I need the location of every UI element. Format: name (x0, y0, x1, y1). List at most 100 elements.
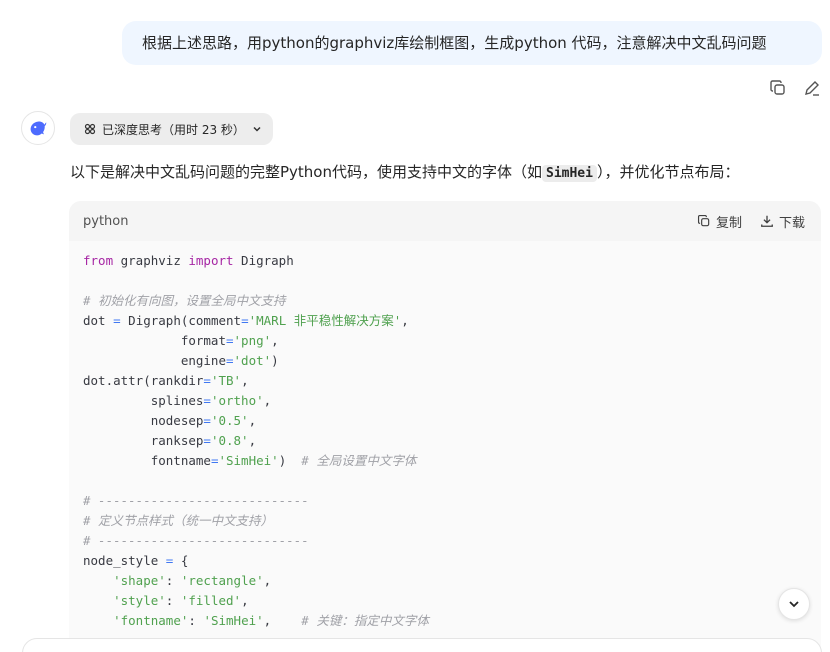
code-line: dot.attr(rankdir='TB', (83, 371, 807, 391)
code-line: nodesep='0.5', (83, 411, 807, 431)
code-token: # 定义节点样式（统一中文支持） (83, 513, 274, 528)
code-line: from graphviz import Digraph (83, 251, 807, 271)
code-token: = (226, 333, 234, 348)
code-token: { (173, 553, 189, 568)
download-code-button[interactable]: 下载 (760, 212, 805, 231)
code-token: # ---------------------------- (83, 493, 309, 508)
code-token: '0.8' (210, 433, 249, 448)
code-token: 'MARL 非平稳性解决方案' (248, 313, 402, 328)
chevron-down-icon (789, 601, 799, 608)
code-line: splines='ortho', (83, 391, 807, 411)
code-token: 'filled' (180, 593, 242, 608)
thinking-icon (84, 123, 96, 135)
code-line: ranksep='0.8', (83, 431, 807, 451)
code-token: import (188, 253, 234, 268)
code-token: dot.attr(rankdir (83, 373, 204, 388)
code-token: , (401, 313, 409, 328)
intro-text-before: 以下是解决中文乱码问题的完整Python代码，使用支持中文的字体（如 (70, 163, 542, 181)
code-block: python 复制 下载 from graphviz import Digrap… (69, 201, 821, 652)
code-token: , (271, 333, 279, 348)
code-line: 'style': 'filled', (83, 591, 807, 611)
code-token: Digraph (233, 253, 294, 268)
code-token: # 初始化有向图，设置全局中文支持 (83, 293, 286, 308)
code-token: 'TB' (210, 373, 242, 388)
code-token: , (263, 613, 302, 628)
code-content: from graphviz import Digraph # 初始化有向图，设置全… (69, 241, 821, 631)
code-line: # ---------------------------- (83, 491, 807, 511)
code-token: 'png' (233, 333, 272, 348)
code-token: engine (83, 353, 226, 368)
code-token: format (83, 333, 226, 348)
copy-icon (697, 214, 710, 227)
code-token: , (241, 593, 249, 608)
code-line: # ---------------------------- (83, 531, 807, 551)
code-token: 'shape' (113, 573, 166, 588)
code-token: 'style' (113, 593, 166, 608)
code-token: # 全局设置中文字体 (301, 453, 417, 468)
code-line: 'fontname': 'SimHei', # 关键：指定中文字体 (83, 611, 807, 631)
code-line: format='png', (83, 331, 807, 351)
download-icon (761, 215, 773, 227)
code-token: 'ortho' (210, 393, 264, 408)
code-token: from (83, 253, 114, 268)
thinking-label: 已深度思考（用时 23 秒） (102, 122, 245, 137)
copy-icon[interactable] (768, 78, 788, 98)
code-token: # ---------------------------- (83, 533, 309, 548)
code-block-header: python 复制 下载 (69, 201, 821, 241)
code-token: , (263, 573, 272, 588)
download-code-label: 下载 (778, 215, 805, 231)
code-language-label: python (83, 213, 129, 229)
code-token: : (165, 573, 181, 588)
code-line: dot = Digraph(comment='MARL 非平稳性解决方案', (83, 311, 807, 331)
code-token: 'dot' (233, 353, 272, 368)
code-token: splines (83, 393, 204, 408)
code-token: = (113, 313, 121, 328)
code-token: = (203, 413, 211, 428)
code-line: node_style = { (83, 551, 807, 571)
chat-input-box[interactable] (22, 638, 822, 652)
code-token: , (241, 373, 249, 388)
code-token: ranksep (83, 433, 204, 448)
intro-text-after: ），并优化节点布局： (596, 163, 740, 181)
code-token: = (241, 313, 249, 328)
edit-icon[interactable] (802, 78, 822, 98)
code-token: ) (271, 353, 279, 368)
code-token: , (263, 393, 272, 408)
code-line: 'shape': 'rectangle', (83, 571, 807, 591)
code-token: = (203, 373, 211, 388)
code-line: fontname='SimHei') # 全局设置中文字体 (83, 451, 807, 471)
code-token: nodesep (83, 413, 204, 428)
code-token: = (203, 433, 211, 448)
code-line: # 初始化有向图，设置全局中文支持 (83, 291, 807, 311)
code-line: engine='dot') (83, 351, 807, 371)
scroll-to-bottom-button[interactable] (778, 588, 810, 620)
code-line: # 定义节点样式（统一中文支持） (83, 511, 807, 531)
copy-code-button[interactable]: 复制 (697, 212, 742, 231)
copy-code-label: 复制 (715, 215, 742, 231)
answer-intro: 以下是解决中文乱码问题的完整Python代码，使用支持中文的字体（如 SimHei… (70, 160, 739, 186)
code-token: ) (278, 453, 302, 468)
code-token: : (188, 613, 204, 628)
chevron-down-icon (253, 126, 261, 132)
message-actions (768, 78, 822, 98)
thinking-toggle[interactable]: 已深度思考（用时 23 秒） (70, 113, 273, 145)
code-token: dot (83, 313, 114, 328)
assistant-avatar (21, 111, 55, 145)
code-token: 'SimHei' (203, 613, 264, 628)
code-token: , (248, 413, 257, 428)
code-token: Digraph(comment (120, 313, 242, 328)
deepseek-whale-icon (30, 121, 47, 136)
code-token: # 关键：指定中文字体 (301, 613, 429, 628)
inline-code-simhei: SimHei (542, 165, 597, 182)
user-message: 根据上述思路，用python的graphviz库绘制框图，生成python 代码… (122, 21, 822, 65)
code-token: = (226, 353, 234, 368)
code-token: graphviz (113, 253, 189, 268)
code-token: '0.5' (210, 413, 249, 428)
code-token: fontname (83, 453, 211, 468)
code-token: 'rectangle' (180, 573, 264, 588)
code-token: node_style (83, 553, 166, 568)
